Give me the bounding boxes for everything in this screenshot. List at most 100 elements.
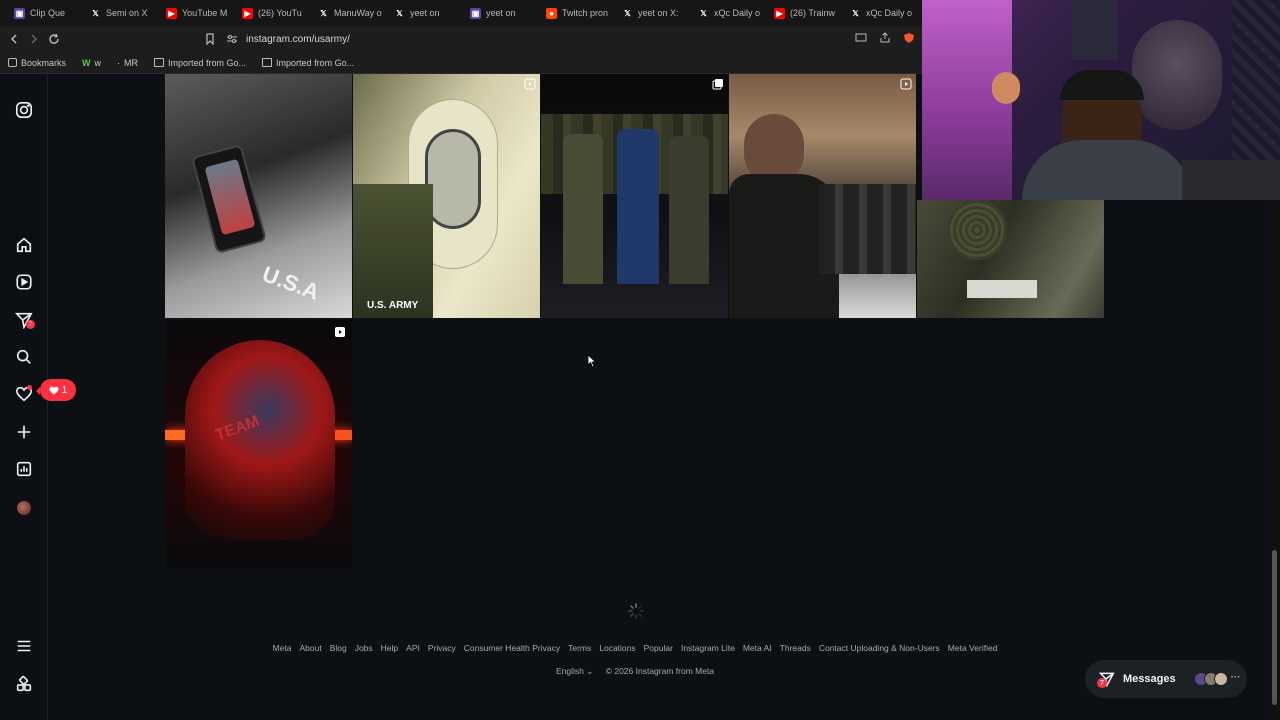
tab-label: yeet on bbox=[410, 8, 440, 18]
forward-button[interactable] bbox=[24, 29, 44, 49]
browser-tab[interactable]: 𝕏xQc Daily o bbox=[842, 2, 918, 24]
notification-bubble[interactable]: 1 bbox=[36, 379, 76, 401]
paper-shape bbox=[967, 280, 1037, 298]
footer-link[interactable]: Popular bbox=[644, 643, 673, 653]
footer-link[interactable]: Threads bbox=[780, 643, 811, 653]
browser-tab[interactable]: ▣ yeet on bbox=[462, 2, 538, 24]
copyright-text: © 2026 Instagram from Meta bbox=[605, 666, 715, 676]
footer-link[interactable]: Meta AI bbox=[743, 643, 772, 653]
sidebar-item-messages[interactable]: 7 bbox=[14, 310, 35, 330]
back-button[interactable] bbox=[4, 29, 24, 49]
footer-link[interactable]: Jobs bbox=[355, 643, 373, 653]
post-thumbnail[interactable] bbox=[541, 74, 728, 318]
bookmark-page-button[interactable] bbox=[200, 29, 220, 49]
messages-button[interactable]: 7 Messages ··· bbox=[1085, 660, 1247, 698]
sidebar-item-reels[interactable] bbox=[14, 272, 34, 292]
browser-tab[interactable]: 𝕏yeet on X: bbox=[614, 2, 690, 24]
tab-label: (26) Trainw bbox=[790, 8, 836, 18]
footer-meta: English ⌄ © 2026 Instagram from Meta bbox=[0, 666, 1270, 677]
officer-shape bbox=[669, 136, 709, 284]
suited-man-shape bbox=[617, 129, 659, 284]
tab-label: (26) YouTu bbox=[258, 8, 302, 18]
footer-link[interactable]: API bbox=[406, 643, 420, 653]
reload-button[interactable] bbox=[44, 29, 64, 49]
scrollbar-thumb[interactable] bbox=[1272, 550, 1277, 705]
cast-icon[interactable] bbox=[855, 32, 867, 44]
bookmark-item[interactable]: · MR bbox=[117, 58, 138, 69]
footer-link[interactable]: Contact Uploading & Non-Users bbox=[819, 643, 940, 653]
x-icon: 𝕏 bbox=[852, 8, 859, 18]
post-thumbnail[interactable] bbox=[917, 200, 1104, 318]
browser-tab[interactable]: ▶ YouTube M bbox=[158, 2, 234, 24]
post-caption: U.S. ARMY bbox=[367, 300, 419, 311]
footer-link[interactable]: Meta bbox=[273, 643, 292, 653]
sidebar-item-notifications[interactable] bbox=[14, 384, 34, 404]
reel-badge-icon bbox=[900, 78, 912, 90]
dashboard-icon bbox=[16, 461, 32, 477]
footer-link[interactable]: About bbox=[299, 643, 321, 653]
youtube-icon: ▶ bbox=[242, 7, 253, 19]
instagram-logo[interactable] bbox=[14, 100, 34, 120]
bookmark-item[interactable]: Imported from Go... bbox=[154, 58, 246, 68]
avatar-icon bbox=[17, 501, 31, 515]
tab-label: ManuWay o bbox=[334, 8, 382, 18]
language-selector[interactable]: English ⌄ bbox=[556, 666, 593, 676]
soldier-arm bbox=[353, 184, 433, 318]
footer-link[interactable]: Help bbox=[381, 643, 398, 653]
instagram-icon bbox=[15, 101, 33, 119]
plus-icon bbox=[17, 425, 31, 439]
browser-tab[interactable]: 𝕏 Semi on X bbox=[82, 2, 158, 24]
sidebar-item-home[interactable] bbox=[14, 235, 34, 255]
sidebar-item-search[interactable] bbox=[14, 347, 34, 367]
browser-tab[interactable]: ▶ (26) YouTu bbox=[234, 2, 310, 24]
reels-icon bbox=[16, 274, 32, 290]
sidebar-item-dashboard[interactable] bbox=[14, 459, 34, 479]
chevron-right-icon bbox=[31, 34, 38, 44]
x-icon: 𝕏 bbox=[624, 8, 631, 18]
tab-label: YouTube M bbox=[182, 8, 228, 18]
sidebar-item-profile[interactable] bbox=[14, 498, 34, 518]
bookmark-label: Imported from Go... bbox=[168, 57, 247, 68]
footer-link[interactable]: Privacy bbox=[428, 643, 456, 653]
browser-tab[interactable]: ▣ Clip Que bbox=[6, 2, 82, 24]
footer-link[interactable]: Locations bbox=[599, 643, 635, 653]
poster-shape bbox=[1072, 0, 1117, 60]
webcam-overlay bbox=[922, 0, 1280, 200]
browser-tab[interactable]: ▶ (26) Trainw bbox=[766, 2, 842, 24]
tab-label: Clip Que bbox=[30, 8, 66, 18]
messages-badge: 7 bbox=[1097, 678, 1107, 688]
url-field[interactable]: instagram.com/usarmy/ bbox=[246, 34, 350, 45]
browser-tab[interactable]: ● Twitch pron bbox=[538, 2, 614, 24]
footer-links: Meta About Blog Jobs Help API Privacy Consumer … bbox=[0, 643, 1270, 653]
footer-link[interactable]: Consumer Health Privacy bbox=[464, 643, 560, 653]
bookmark-item[interactable]: Ww bbox=[82, 58, 101, 69]
post-thumbnail[interactable]: U.S. ARMY bbox=[353, 74, 540, 318]
bookmark-item[interactable]: Bookmarks bbox=[8, 58, 66, 68]
post-thumbnail[interactable] bbox=[729, 74, 916, 318]
site-info-button[interactable] bbox=[222, 29, 242, 49]
tab-label: yeet on X: bbox=[638, 8, 679, 18]
car-lettering: U.S.A bbox=[258, 261, 323, 305]
post-thumbnail[interactable]: U.S.A bbox=[165, 74, 352, 318]
notification-dot bbox=[27, 385, 32, 390]
tab-label: xQc Daily o bbox=[714, 8, 761, 18]
cadets-row-shape bbox=[819, 184, 916, 274]
post-thumbnail[interactable]: TEAM bbox=[165, 320, 352, 568]
chevron-down-icon: ⌄ bbox=[586, 666, 594, 676]
ball-shape bbox=[992, 72, 1020, 104]
footer-link[interactable]: Blog bbox=[330, 643, 347, 653]
footer-link[interactable]: Instagram Lite bbox=[681, 643, 735, 653]
share-icon[interactable] bbox=[879, 32, 891, 44]
browser-tab[interactable]: 𝕏xQc Daily o bbox=[690, 2, 766, 24]
bookmark-label: Bookmarks bbox=[21, 57, 67, 68]
search-icon bbox=[16, 349, 31, 364]
footer-link[interactable]: Meta Verified bbox=[948, 643, 998, 653]
carousel-badge-icon bbox=[712, 79, 723, 90]
brave-shield-icon[interactable] bbox=[903, 32, 915, 44]
sidebar-item-create[interactable] bbox=[14, 422, 34, 442]
footer-link[interactable]: Terms bbox=[568, 643, 591, 653]
bookmark-item[interactable]: Imported from Go... bbox=[262, 58, 354, 68]
sidebar-item-also-from-meta[interactable] bbox=[14, 674, 34, 694]
browser-tab[interactable]: 𝕏yeet on bbox=[386, 2, 462, 24]
browser-tab[interactable]: 𝕏 ManuWay o bbox=[310, 2, 386, 24]
